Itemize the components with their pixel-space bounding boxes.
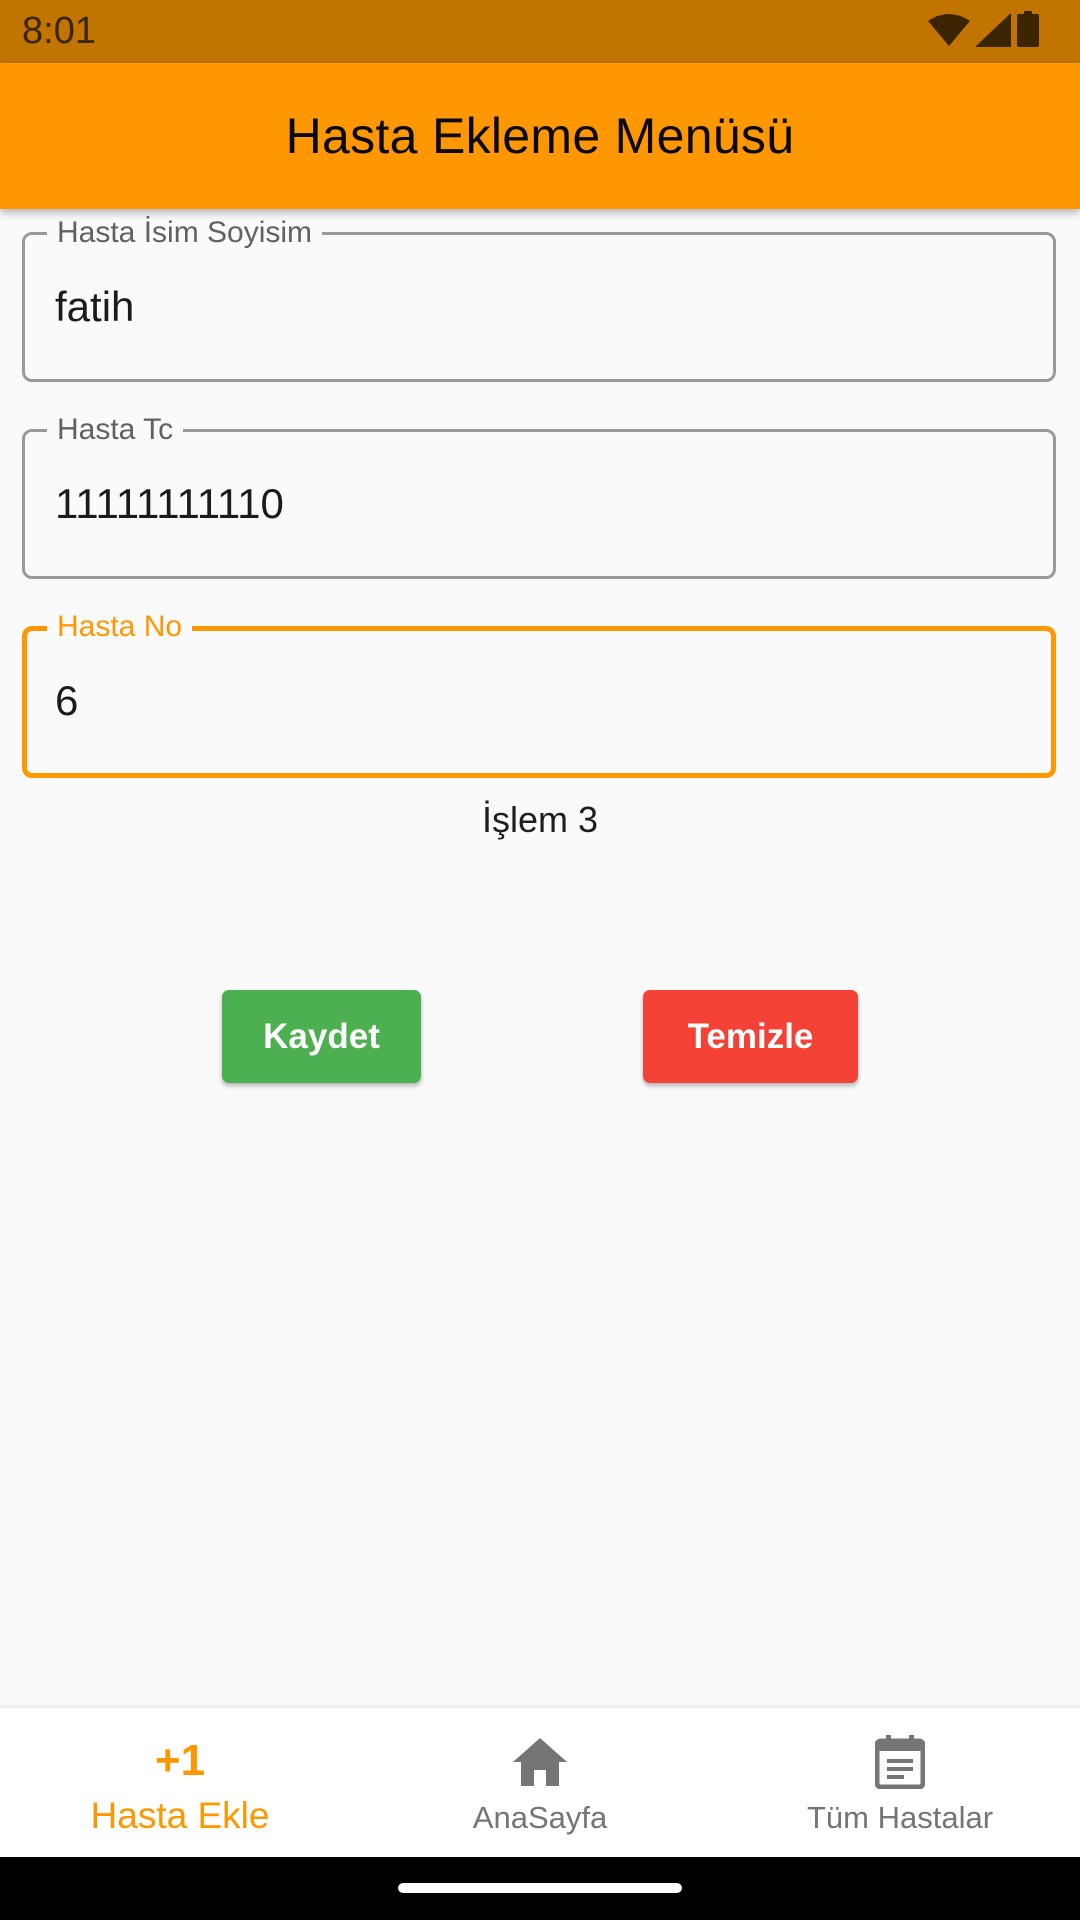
home-gesture-handle[interactable] <box>398 1883 682 1893</box>
patient-no-label: Hasta No <box>47 609 193 645</box>
nav-item-label: AnaSayfa <box>472 1800 608 1835</box>
nav-item-add-patient[interactable]: +1 Hasta Ekle <box>0 1708 360 1858</box>
home-icon <box>513 1738 567 1786</box>
patient-tc-input[interactable] <box>55 478 1015 530</box>
patient-no-field[interactable]: Hasta No <box>22 609 1056 778</box>
clear-button[interactable]: Temizle <box>643 990 858 1083</box>
nav-item-all-patients[interactable]: Tüm Hastalar <box>720 1708 1080 1858</box>
patient-name-field[interactable]: Hasta İsim Soyisim <box>22 215 1056 382</box>
nav-item-label: Tüm Hastalar <box>806 1800 994 1835</box>
app-bar: Hasta Ekleme Menüsü <box>0 63 1080 209</box>
calendar-icon-wrap <box>720 1735 1080 1794</box>
plus-one-icon: +1 <box>0 1736 360 1786</box>
cell-signal-icon <box>975 13 1011 47</box>
screen: 8:01 Hasta Ekleme Menüsü Hasta İsim Soyi… <box>0 0 1080 1920</box>
gesture-bar <box>0 1857 1080 1920</box>
nav-item-label: Hasta Ekle <box>90 1795 270 1836</box>
patient-no-input[interactable] <box>55 675 1015 727</box>
calendar-note-icon <box>874 1735 926 1790</box>
operation-status-text: İşlem 3 <box>481 799 599 840</box>
patient-tc-label: Hasta Tc <box>47 412 184 448</box>
home-icon-wrap <box>360 1738 720 1791</box>
bottom-navigation: +1 Hasta Ekle AnaSayfa Tüm Hastalar <box>0 1707 1080 1858</box>
patient-name-label: Hasta İsim Soyisim <box>47 215 323 251</box>
patient-tc-field[interactable]: Hasta Tc <box>22 412 1056 579</box>
plus-one-icon-text: +1 <box>154 1736 206 1785</box>
page-title: Hasta Ekleme Menüsü <box>285 108 795 164</box>
nav-item-home[interactable]: AnaSayfa <box>360 1708 720 1858</box>
wifi-icon <box>928 14 970 46</box>
save-button[interactable]: Kaydet <box>222 990 421 1083</box>
status-time: 8:01 <box>22 10 96 52</box>
status-bar: 8:01 <box>0 0 1080 63</box>
battery-icon <box>1017 11 1039 47</box>
patient-name-input[interactable] <box>55 281 1015 333</box>
